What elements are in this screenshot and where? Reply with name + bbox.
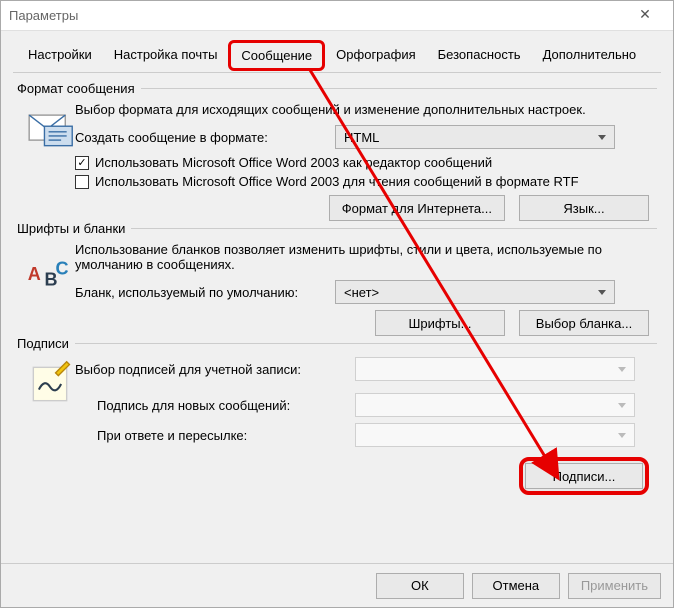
divider: [75, 343, 657, 344]
sig-account-label: Выбор подписей для учетной записи:: [75, 362, 355, 377]
checkbox-icon-checked: ✓: [75, 156, 89, 170]
dialog-window: Параметры ✕ Настройки Настройка почты Со…: [0, 0, 674, 608]
group-fonts-label: Шрифты и бланки: [17, 221, 125, 236]
group-signatures: Подписи: [17, 336, 657, 351]
signature-icon: [25, 357, 75, 412]
group-format: Формат сообщения: [17, 81, 657, 96]
sig-new-select[interactable]: [355, 393, 635, 417]
sig-account-select[interactable]: [355, 357, 635, 381]
checkbox-word-reader-label: Использовать Microsoft Office Word 2003 …: [95, 174, 579, 189]
dialog-footer: ОК Отмена Применить: [1, 563, 673, 607]
titlebar: Параметры ✕: [1, 1, 673, 31]
divider: [131, 228, 657, 229]
tab-other[interactable]: Дополнительно: [532, 41, 648, 72]
checkbox-icon-unchecked: [75, 175, 89, 189]
window-title: Параметры: [9, 8, 625, 23]
tab-mail-setup[interactable]: Настройка почты: [103, 41, 229, 72]
sig-reply-label: При ответе и пересылке:: [75, 428, 355, 443]
create-format-label: Создать сообщение в формате:: [75, 130, 335, 145]
blank-select-button[interactable]: Выбор бланка...: [519, 310, 649, 336]
fonts-desc: Использование бланков позволяет изменить…: [75, 242, 657, 272]
format-desc: Выбор формата для исходящих сообщений и …: [75, 102, 657, 117]
svg-text:A: A: [28, 264, 41, 284]
tab-message[interactable]: Сообщение: [228, 40, 325, 71]
fonts-button[interactable]: Шрифты...: [375, 310, 505, 336]
blank-select[interactable]: <нет>: [335, 280, 615, 304]
language-button[interactable]: Язык...: [519, 195, 649, 221]
close-icon[interactable]: ✕: [625, 6, 665, 26]
divider: [141, 88, 657, 89]
ok-button[interactable]: ОК: [376, 573, 464, 599]
sig-reply-select[interactable]: [355, 423, 635, 447]
cancel-button[interactable]: Отмена: [472, 573, 560, 599]
tab-bar: Настройки Настройка почты Сообщение Орфо…: [13, 41, 661, 73]
signatures-button[interactable]: Подписи...: [519, 457, 649, 495]
internet-format-button[interactable]: Формат для Интернета...: [329, 195, 505, 221]
mail-format-icon: [25, 102, 75, 157]
apply-button[interactable]: Применить: [568, 573, 661, 599]
tab-security[interactable]: Безопасность: [427, 41, 532, 72]
sig-new-label: Подпись для новых сообщений:: [75, 398, 355, 413]
tab-spelling[interactable]: Орфография: [325, 41, 426, 72]
create-format-select[interactable]: HTML: [335, 125, 615, 149]
tab-settings[interactable]: Настройки: [17, 41, 103, 72]
blank-label: Бланк, используемый по умолчанию:: [75, 285, 335, 300]
checkbox-word-editor[interactable]: ✓ Использовать Microsoft Office Word 200…: [75, 155, 657, 170]
group-fonts: Шрифты и бланки: [17, 221, 657, 236]
checkbox-word-reader[interactable]: Использовать Microsoft Office Word 2003 …: [75, 174, 657, 189]
fonts-icon: ABC: [25, 242, 75, 297]
checkbox-word-editor-label: Использовать Microsoft Office Word 2003 …: [95, 155, 492, 170]
group-signatures-label: Подписи: [17, 336, 69, 351]
tab-panel: Формат сообщения Выбор формата для исход…: [13, 73, 661, 563]
group-format-label: Формат сообщения: [17, 81, 135, 96]
svg-text:C: C: [56, 259, 69, 279]
content-area: Настройки Настройка почты Сообщение Орфо…: [1, 31, 673, 563]
